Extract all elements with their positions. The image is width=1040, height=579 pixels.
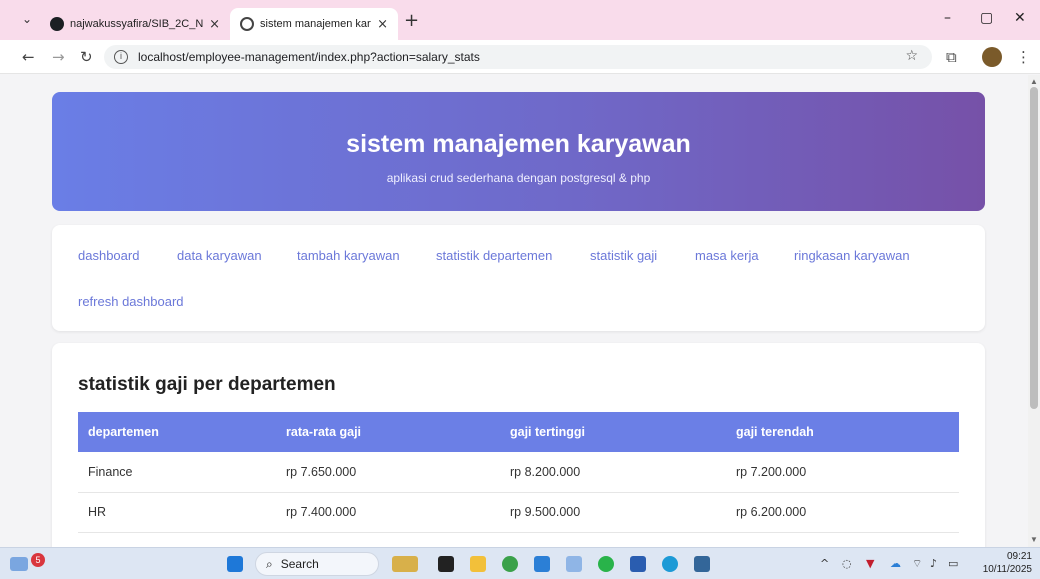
nav-refresh-dashboard[interactable]: refresh dashboard	[78, 294, 184, 309]
postgresql-icon[interactable]	[694, 556, 710, 572]
tray-chevron-icon[interactable]: ^	[820, 557, 829, 570]
table-cell: rp 7.650.000	[276, 452, 500, 493]
taskbar-search[interactable]: ⌕ Search	[255, 552, 379, 576]
table-cell: rp 6.200.000	[726, 492, 959, 533]
volume-icon[interactable]: ♪	[930, 557, 937, 570]
page-viewport: sistem manajemen karyawan aplikasi crud …	[0, 75, 1028, 547]
nav-statistik-gaji[interactable]: statistik gaji	[590, 248, 657, 263]
vscode-icon[interactable]	[534, 556, 550, 572]
word-icon[interactable]	[630, 556, 646, 572]
column-header: gaji terendah	[726, 412, 959, 452]
scroll-down-icon[interactable]: ▼	[1030, 535, 1038, 544]
table-cell: rp 8.200.000	[500, 452, 726, 493]
menu-icon[interactable]: ⋮	[1016, 48, 1031, 66]
nav-dashboard[interactable]: dashboard	[78, 248, 139, 263]
scroll-up-icon[interactable]: ▲	[1030, 77, 1038, 86]
weather-icon[interactable]	[10, 557, 28, 571]
forward-icon[interactable]: →	[52, 48, 65, 66]
clock-time: 09:21	[1006, 551, 1032, 562]
search-icon: ⌕	[266, 556, 273, 571]
table-header-row: departemen rata-rata gaji gaji tertinggi…	[78, 412, 959, 452]
taskbar: 5 ⌕ Search ^ ◌ ▼ ☁ ⌔ ♪ ▭ 09:21 10/11/202…	[0, 547, 1040, 579]
new-tab-button[interactable]: +	[404, 10, 419, 31]
widgets-icon[interactable]	[392, 556, 418, 572]
battery-icon[interactable]: ▭	[948, 557, 958, 570]
restore-icon[interactable]: ▢	[980, 10, 993, 26]
profile-avatar[interactable]	[982, 47, 1002, 67]
tab-github[interactable]: najwakussyafira/SIB_2C_Najwa ×	[40, 8, 230, 40]
browser-toolbar: ← → ↻ i localhost/employee-management/in…	[0, 40, 1040, 74]
chrome-icon[interactable]	[502, 556, 518, 572]
nav-masa-kerja[interactable]: masa kerja	[695, 248, 759, 263]
mcafee-icon[interactable]: ▼	[866, 557, 874, 570]
edge-icon[interactable]	[662, 556, 678, 572]
notification-badge: 5	[31, 553, 45, 567]
whatsapp-icon[interactable]	[598, 556, 614, 572]
search-label: Search	[280, 557, 319, 571]
salary-table: departemen rata-rata gaji gaji tertinggi…	[78, 412, 959, 533]
clock[interactable]: 09:21 10/11/2025	[972, 550, 1032, 576]
network-app-icon[interactable]	[566, 556, 582, 572]
tray-cloud-icon[interactable]: ☁	[890, 557, 901, 570]
scrollbar-thumb[interactable]	[1030, 87, 1038, 409]
github-icon	[50, 17, 64, 31]
bookmark-star-icon[interactable]: ☆	[905, 48, 918, 64]
url-text[interactable]: localhost/employee-management/index.php?…	[138, 50, 480, 64]
close-tab-icon[interactable]: ×	[377, 17, 388, 32]
column-header: rata-rata gaji	[276, 412, 500, 452]
table-cell: HR	[78, 492, 276, 533]
globe-icon	[240, 17, 254, 31]
nav-ringkasan-karyawan[interactable]: ringkasan karyawan	[794, 248, 910, 263]
page-header: sistem manajemen karyawan aplikasi crud …	[52, 92, 985, 211]
table-cell: rp 7.400.000	[276, 492, 500, 533]
salary-stats-card: statistik gaji per departemen departemen…	[52, 343, 985, 547]
tab-title: najwakussyafira/SIB_2C_Najwa	[70, 18, 204, 30]
wifi-icon[interactable]: ⌔	[912, 557, 922, 571]
section-title: statistik gaji per departemen	[78, 374, 336, 395]
site-info-icon[interactable]: i	[114, 50, 128, 64]
minimize-icon[interactable]: –	[944, 10, 951, 26]
nav-tambah-karyawan[interactable]: tambah karyawan	[297, 248, 400, 263]
column-header: gaji tertinggi	[500, 412, 726, 452]
tray-app-icon[interactable]: ◌	[842, 557, 852, 570]
table-cell: rp 7.200.000	[726, 452, 959, 493]
address-bar[interactable]: i localhost/employee-management/index.ph…	[104, 45, 932, 69]
task-view-icon[interactable]	[438, 556, 454, 572]
table-row: HR rp 7.400.000 rp 9.500.000 rp 6.200.00…	[78, 492, 959, 533]
column-header: departemen	[78, 412, 276, 452]
nav-data-karyawan[interactable]: data karyawan	[177, 248, 262, 263]
back-icon[interactable]: ←	[22, 48, 35, 66]
table-cell: Finance	[78, 452, 276, 493]
start-windows-icon[interactable]	[227, 556, 243, 572]
tab-active[interactable]: sistem manajemen karyawan ×	[230, 8, 398, 40]
extensions-icon[interactable]: ⧉	[946, 48, 957, 66]
file-explorer-icon[interactable]	[470, 556, 486, 572]
table-cell: rp 9.500.000	[500, 492, 726, 533]
page-title: sistem manajemen karyawan	[346, 130, 691, 158]
page-subtitle: aplikasi crud sederhana dengan postgresq…	[386, 171, 651, 185]
tab-search-chevron-icon[interactable]: ⌄	[22, 12, 32, 26]
page-scrollbar[interactable]: ▲ ▼	[1028, 75, 1040, 547]
tab-title: sistem manajemen karyawan	[260, 18, 371, 30]
close-window-icon[interactable]: ✕	[1014, 10, 1026, 26]
tab-strip: ⌄ najwakussyafira/SIB_2C_Najwa × sistem …	[0, 0, 1040, 40]
nav-statistik-departemen[interactable]: statistik departemen	[436, 248, 552, 263]
close-tab-icon[interactable]: ×	[209, 17, 220, 32]
table-row: Finance rp 7.650.000 rp 8.200.000 rp 7.2…	[78, 452, 959, 493]
clock-date: 10/11/2025	[982, 564, 1032, 575]
nav-menu: dashboard data karyawan tambah karyawan …	[52, 225, 985, 331]
reload-icon[interactable]: ↻	[80, 48, 93, 66]
